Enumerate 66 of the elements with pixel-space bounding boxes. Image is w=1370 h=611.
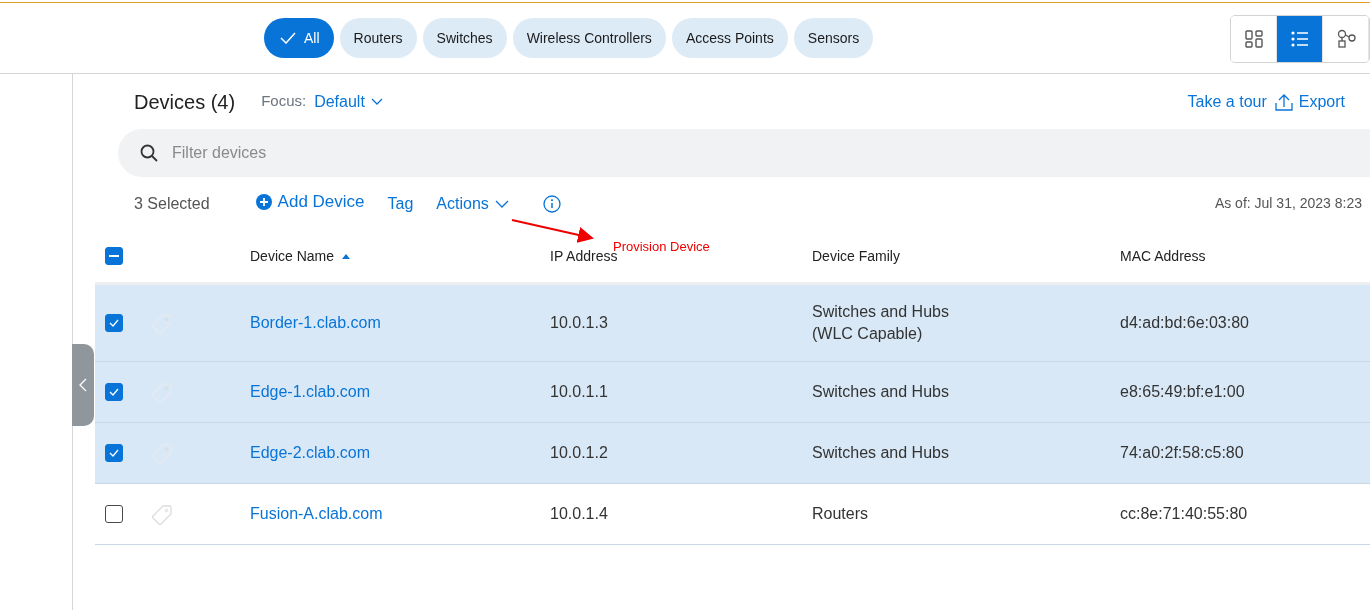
take-tour-link[interactable]: Take a tour (1187, 89, 1267, 114)
grid-view-button[interactable] (1231, 16, 1277, 62)
table-cell-text: 10.0.1.4 (550, 504, 608, 524)
check-icon (109, 449, 119, 457)
focus-dropdown[interactable]: Default (314, 89, 383, 114)
table-cell-text: 74:a0:2f:58:c5:80 (1120, 443, 1244, 463)
table-cell-text: Switches and Hubs (812, 382, 949, 402)
device-name-link[interactable]: Edge-2.clab.com (250, 441, 371, 465)
column-header[interactable]: MAC Address (1120, 245, 1206, 267)
table-cell-text: Switches and Hubs (812, 443, 949, 463)
column-header[interactable]: Device Name (250, 245, 351, 267)
actions-dropdown[interactable]: Actions (436, 191, 509, 216)
list-icon (1289, 29, 1310, 49)
check-icon (280, 32, 296, 44)
table-cell-text: d4:ad:bd:6e:03:80 (1120, 313, 1249, 333)
table-cell-text: 10.0.1.3 (550, 313, 608, 333)
table-row[interactable]: Fusion-A.clab.com 10.0.1.4 Routers cc:8e:71:40:55:80 (95, 484, 1370, 545)
table-cell-text: 10.0.1.2 (550, 443, 608, 463)
table-row[interactable]: Edge-2.clab.com 10.0.1.2 Switches and Hubs 74:a0:2f:58:c5:80 (95, 423, 1370, 484)
filter-chip[interactable]: Routers (339, 18, 417, 58)
table-cell-text: e8:65:49:bf:e1:00 (1120, 382, 1245, 402)
select-all-checkbox[interactable] (105, 247, 123, 265)
table-row[interactable]: Edge-1.clab.com 10.0.1.1 Switches and Hubs e8:65:49:bf:e1:00 (95, 362, 1370, 423)
chevron-left-icon (79, 378, 87, 392)
filter-chip[interactable]: Access Points (671, 18, 788, 58)
search-field[interactable]: Filter devices (118, 129, 1370, 177)
filter-chip[interactable]: Sensors (793, 18, 874, 58)
column-header[interactable]: Device Family (812, 245, 900, 267)
device-name-link[interactable]: Edge-1.clab.com (250, 380, 371, 404)
table-cell-text: cc:8e:71:40:55:80 (1120, 504, 1248, 524)
page-title: Devices (4) (134, 89, 236, 115)
row-checkbox[interactable] (105, 314, 123, 332)
filter-chip[interactable]: Wireless Controllers (512, 18, 666, 58)
selection-count: 3 Selected (134, 193, 210, 214)
row-checkbox[interactable] (105, 383, 123, 401)
search-icon (140, 144, 158, 162)
device-name-link[interactable]: Fusion-A.clab.com (250, 502, 383, 526)
focus-label: Focus: (261, 91, 307, 112)
row-checkbox[interactable] (105, 505, 123, 523)
table-cell-text: Routers (812, 504, 869, 524)
check-icon (109, 319, 119, 327)
list-view-button[interactable] (1277, 16, 1323, 62)
plus-circle-icon (255, 194, 272, 210)
nodes-icon (1335, 29, 1356, 49)
device-name-link[interactable]: Border-1.clab.com (250, 311, 381, 335)
filter-chip[interactable]: Switches (422, 18, 507, 58)
export-link[interactable]: Export (1274, 89, 1345, 114)
table-cell-text: Switches and Hubs (WLC Capable) (812, 302, 949, 344)
chevron-down-icon (494, 199, 509, 208)
table-cell-text: 10.0.1.1 (550, 382, 608, 402)
chevron-down-icon (370, 97, 383, 106)
tag-button[interactable]: Tag (387, 191, 414, 216)
collapse-handle[interactable] (72, 344, 94, 426)
grid-icon (1243, 29, 1264, 49)
row-checkbox[interactable] (105, 444, 123, 462)
add-device-button[interactable]: Add Device (255, 189, 365, 215)
timestamp: As of: Jul 31, 2023 8:23 (1214, 194, 1362, 213)
annotation-text: Provision Device (613, 238, 710, 254)
info-icon[interactable] (542, 194, 561, 213)
minus-icon (109, 255, 119, 257)
table-row[interactable]: Border-1.clab.com 10.0.1.3 Switches and Hubs (WLC Capable) d4:ad:bd:6e:03:80 (95, 285, 1370, 362)
tag-icon (151, 503, 173, 526)
search-input[interactable]: Filter devices (170, 140, 1170, 166)
check-icon (109, 388, 119, 396)
filter-chip[interactable]: All (264, 18, 334, 58)
upload-icon (1274, 92, 1293, 111)
